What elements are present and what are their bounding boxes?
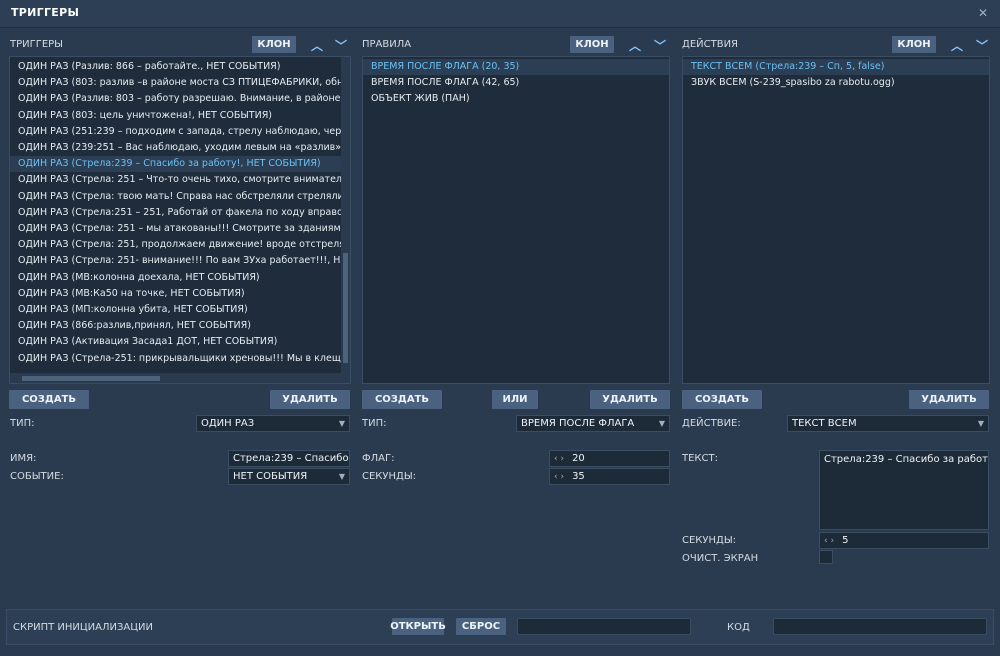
list-item[interactable]: ТЕКСТ ВСЕМ (Стрела:239 – Сп, 5, false) xyxy=(683,59,989,75)
rule-type-value: ВРЕМЯ ПОСЛЕ ФЛАГА xyxy=(521,418,635,429)
action-type-label: ДЕЙСТВИЕ: xyxy=(682,418,741,429)
triggers-hscroll-thumb[interactable] xyxy=(22,376,160,381)
rule-flag-stepper[interactable]: ‹ › 20 xyxy=(549,450,670,467)
action-seconds-label: СЕКУНДЫ: xyxy=(682,535,737,546)
trigger-type-select[interactable]: ОДИН РАЗ ▼ xyxy=(196,415,350,432)
list-item[interactable]: ОДИН РАЗ (МП:колонна убита, НЕТ СОБЫТИЯ) xyxy=(10,302,341,318)
actions-header: ДЕЙСТВИЯ xyxy=(682,39,738,50)
list-item[interactable]: ОДИН РАЗ (803: разлив –в районе моста СЗ… xyxy=(10,75,341,91)
list-item[interactable]: ВРЕМЯ ПОСЛЕ ФЛАГА (42, 65) xyxy=(363,75,669,91)
list-item[interactable]: ОДИН РАЗ (251:239 – подходим с запада, с… xyxy=(10,124,341,140)
action-text-label: ТЕКСТ: xyxy=(682,453,718,464)
rules-move-up-icon[interactable]: ︿ xyxy=(628,37,642,54)
triggers-create-button[interactable]: СОЗДАТЬ xyxy=(9,390,89,409)
init-script-open-button[interactable]: ОТКРЫТЬ xyxy=(390,618,446,635)
triggers-clone-button[interactable]: КЛОН xyxy=(252,36,296,53)
close-icon[interactable]: ✕ xyxy=(978,6,988,20)
list-item[interactable]: ОДИН РАЗ (Активация Засада1 ДОТ, НЕТ СОБ… xyxy=(10,334,341,350)
rule-flag-label: ФЛАГ: xyxy=(362,453,395,464)
rules-list[interactable]: ВРЕМЯ ПОСЛЕ ФЛАГА (20, 35) ВРЕМЯ ПОСЛЕ ФЛ… xyxy=(362,56,670,384)
action-type-value: ТЕКСТ ВСЕМ xyxy=(792,418,857,429)
list-item[interactable]: ОДИН РАЗ (Стрела: 251- внимание!!! По ва… xyxy=(10,253,341,269)
code-input[interactable] xyxy=(773,618,987,635)
rules-or-button[interactable]: ИЛИ xyxy=(492,390,538,409)
list-item[interactable]: ОДИН РАЗ (Разлив: 866 – работайте., НЕТ … xyxy=(10,59,341,75)
list-item[interactable]: ОДИН РАЗ (Стрела-251: прикрывальщики хре… xyxy=(10,351,341,367)
list-item[interactable]: ОДИН РАЗ (Разлив: 803 – работу разрешаю.… xyxy=(10,91,341,107)
stepper-arrows-icon[interactable]: ‹ › xyxy=(554,472,564,482)
clear-screen-checkbox[interactable] xyxy=(819,550,833,564)
actions-list[interactable]: ТЕКСТ ВСЕМ (Стрела:239 – Сп, 5, false) ЗВ… xyxy=(682,56,990,384)
action-seconds-stepper[interactable]: ‹ › 5 xyxy=(819,532,989,549)
list-item[interactable]: ОДИН РАЗ (МВ:колонна доехала, НЕТ СОБЫТИ… xyxy=(10,270,341,286)
trigger-type-value: ОДИН РАЗ xyxy=(201,418,255,429)
init-script-file-field[interactable] xyxy=(517,618,691,635)
list-item[interactable]: ЗВУК ВСЕМ (S-239_spasibo za rabotu.ogg) xyxy=(683,75,989,91)
rules-move-down-icon[interactable]: ﹀ xyxy=(653,37,667,54)
rules-delete-button[interactable]: УДАЛИТЬ xyxy=(590,390,670,409)
rule-type-label: ТИП: xyxy=(362,418,387,429)
actions-clone-button[interactable]: КЛОН xyxy=(892,36,936,53)
init-script-reset-button[interactable]: СБРОС xyxy=(456,618,506,635)
list-item[interactable]: ОДИН РАЗ (Стрела: 251, продолжаем движен… xyxy=(10,237,341,253)
triggers-move-up-icon[interactable]: ︿ xyxy=(310,37,324,54)
window-title: ТРИГГЕРЫ xyxy=(11,6,80,19)
triggers-list[interactable]: ОДИН РАЗ (Разлив: 866 – работайте., НЕТ … xyxy=(9,56,351,384)
chevron-down-icon: ▼ xyxy=(977,419,984,428)
title-bar xyxy=(0,0,1000,28)
action-text-area[interactable]: Стрела:239 – Спасибо за работу xyxy=(819,450,989,530)
list-item[interactable]: ВРЕМЯ ПОСЛЕ ФЛАГА (20, 35) xyxy=(363,59,669,75)
list-item[interactable]: ОБЪЕКТ ЖИВ (ПАН) xyxy=(363,91,669,107)
rule-seconds-value: 35 xyxy=(572,471,585,482)
chevron-down-icon: ▼ xyxy=(658,419,665,428)
stepper-arrows-icon[interactable]: ‹ › xyxy=(824,536,834,546)
action-clear-screen-label: ОЧИСТ. ЭКРАН xyxy=(682,553,759,564)
triggers-move-down-icon[interactable]: ﹀ xyxy=(334,37,348,54)
rules-header: ПРАВИЛА xyxy=(362,39,412,50)
list-item[interactable]: ОДИН РАЗ (МВ:Ка50 на точке, НЕТ СОБЫТИЯ) xyxy=(10,286,341,302)
triggers-vscroll-thumb[interactable] xyxy=(343,253,348,363)
trigger-type-label: ТИП: xyxy=(10,418,35,429)
stepper-arrows-icon[interactable]: ‹ › xyxy=(554,454,564,464)
rule-seconds-stepper[interactable]: ‹ › 35 xyxy=(549,468,670,485)
actions-move-down-icon[interactable]: ﹀ xyxy=(975,37,989,54)
triggers-vertical-scrollbar[interactable] xyxy=(341,57,350,373)
list-item[interactable]: ОДИН РАЗ (Стрела: 251 – мы атакованы!!! … xyxy=(10,221,341,237)
rule-type-select[interactable]: ВРЕМЯ ПОСЛЕ ФЛАГА ▼ xyxy=(516,415,670,432)
chevron-down-icon: ▼ xyxy=(338,472,345,481)
actions-move-up-icon[interactable]: ︿ xyxy=(950,37,964,54)
action-seconds-value: 5 xyxy=(842,535,849,546)
list-item[interactable]: ОДИН РАЗ (Стрела:239 – Спасибо за работу… xyxy=(10,156,341,173)
rule-seconds-label: СЕКУНДЫ: xyxy=(362,471,417,482)
triggers-horizontal-scrollbar[interactable] xyxy=(10,373,350,383)
list-item[interactable]: ОДИН РАЗ (866:разлив,принял, НЕТ СОБЫТИЯ… xyxy=(10,318,341,334)
list-item[interactable]: ОДИН РАЗ (Стрела: 251 – Что-то очень тих… xyxy=(10,172,341,188)
actions-delete-button[interactable]: УДАЛИТЬ xyxy=(909,390,989,409)
trigger-event-select[interactable]: НЕТ СОБЫТИЯ ▼ xyxy=(228,468,350,485)
list-item[interactable]: ОДИН РАЗ (239:251 – Вас наблюдаю, уходим… xyxy=(10,140,341,156)
list-item[interactable]: ОДИН РАЗ (803: цель уничтожена!, НЕТ СОБ… xyxy=(10,108,341,124)
chevron-down-icon: ▼ xyxy=(338,419,345,428)
action-type-select[interactable]: ТЕКСТ ВСЕМ ▼ xyxy=(787,415,989,432)
triggers-header: ТРИГГЕРЫ xyxy=(10,39,63,50)
code-label: КОД xyxy=(727,622,750,633)
init-script-label: СКРИПТ ИНИЦИАЛИЗАЦИИ xyxy=(13,622,153,633)
actions-create-button[interactable]: СОЗДАТЬ xyxy=(682,390,762,409)
rules-create-button[interactable]: СОЗДАТЬ xyxy=(362,390,442,409)
trigger-event-label: СОБЫТИЕ: xyxy=(10,471,64,482)
trigger-event-value: НЕТ СОБЫТИЯ xyxy=(233,471,308,482)
trigger-name-label: ИМЯ: xyxy=(10,453,37,464)
trigger-name-input[interactable]: Стрела:239 – Спасибо за xyxy=(228,450,350,467)
rule-flag-value: 20 xyxy=(572,453,585,464)
triggers-delete-button[interactable]: УДАЛИТЬ xyxy=(270,390,350,409)
list-item[interactable]: ОДИН РАЗ (Стрела:251 – 251, Работай от ф… xyxy=(10,205,341,221)
rules-clone-button[interactable]: КЛОН xyxy=(570,36,614,53)
list-item[interactable]: ОДИН РАЗ (Стрела: твою мать! Справа нас … xyxy=(10,189,341,205)
